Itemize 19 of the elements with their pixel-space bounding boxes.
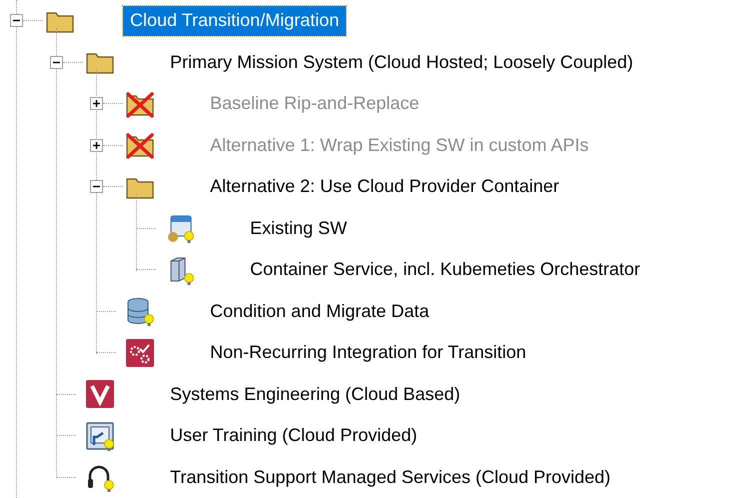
tree-item[interactable]: Cloud Transition/Migration [123, 6, 346, 36]
presentation-board-icon [85, 420, 115, 451]
tree-item[interactable]: Transition Support Managed Services (Cloud Provided) [163, 462, 618, 492]
collapse-toggle[interactable] [90, 180, 103, 194]
v-logo-icon [85, 379, 115, 410]
gear-check-icon [125, 338, 155, 368]
collapse-toggle[interactable] [10, 14, 23, 28]
crossed-folder-icon [125, 130, 155, 160]
tree-item[interactable]: Condition and Migrate Data [203, 296, 436, 326]
tree-item[interactable]: Non-Recurring Integration for Transition [203, 338, 534, 368]
tree-item[interactable]: Primary Mission System (Cloud Hosted; Loosely Coupled) [163, 47, 640, 78]
tree-item[interactable]: User Training (Cloud Provided) [163, 420, 424, 451]
tree-item[interactable]: Existing SW [243, 213, 354, 244]
window-icon [165, 213, 195, 244]
tree-item[interactable]: Alternative 2: Use Cloud Provider Container [203, 172, 566, 202]
collapse-toggle[interactable] [50, 56, 63, 69]
database-icon [125, 296, 155, 326]
tree-item[interactable]: Container Service, incl. Kubemeties Orchestrator [243, 254, 648, 285]
tree-item[interactable]: Systems Engineering (Cloud Based) [163, 379, 468, 410]
